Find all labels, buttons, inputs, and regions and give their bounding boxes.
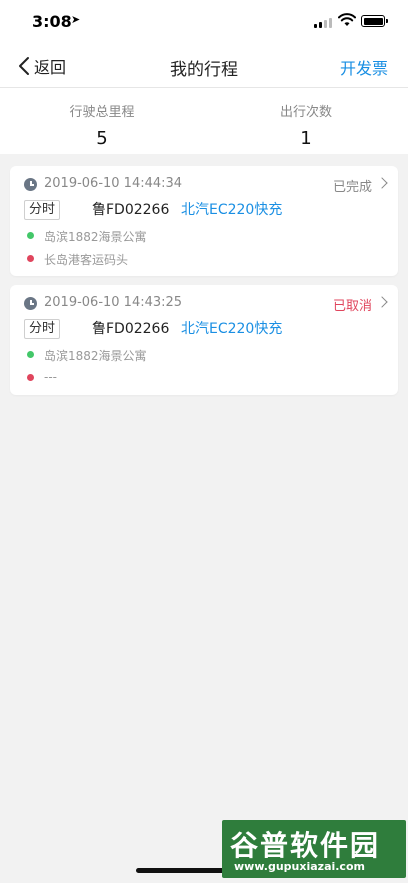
start-location-text: 岛滨1882海景公寓 <box>44 230 147 244</box>
battery-icon <box>361 15 388 27</box>
chevron-right-icon <box>376 177 388 189</box>
license-plate: 鲁FD02266 <box>92 202 170 218</box>
trip-header: 2019-06-10 14:43:25 已取消 <box>24 295 388 314</box>
cellular-signal-icon <box>314 17 334 28</box>
trip-timestamp: 2019-06-10 14:44:34 <box>44 176 183 191</box>
invoice-button[interactable]: 开发票 <box>340 55 388 79</box>
vehicle-info: 分时 鲁FD02266 北汽EC220快充 <box>24 200 386 220</box>
trip-timestamp: 2019-06-10 14:43:25 <box>44 295 183 310</box>
clock-icon <box>24 178 37 191</box>
trip-card[interactable]: 2019-06-10 14:43:25 已取消 分时 鲁FD02266 北汽EC… <box>10 285 398 395</box>
vehicle-model: 北汽EC220快充 <box>181 321 283 337</box>
watermark-url: www.gupuxiazai.com <box>234 860 365 873</box>
trip-summary: 行驶总里程 5 出行次数 1 <box>0 88 408 154</box>
trip-header: 2019-06-10 14:44:34 已完成 <box>24 176 388 195</box>
stat-value: 5 <box>96 128 108 149</box>
location-arrow-icon: ➤ <box>71 13 81 26</box>
watermark-name: 谷普软件园 <box>230 829 381 862</box>
stat-value: 1 <box>300 128 312 149</box>
rental-type-tag: 分时 <box>24 319 61 339</box>
vehicle-model: 北汽EC220快充 <box>181 202 283 218</box>
watermark-logo: 谷普软件园 www.gupuxiazai.com <box>222 820 406 878</box>
start-location-text: 岛滨1882海景公寓 <box>44 349 147 363</box>
wifi-icon <box>338 13 356 26</box>
chevron-right-icon <box>376 296 388 308</box>
navigation-bar: 返回 我的行程 开发票 <box>0 44 408 88</box>
license-plate: 鲁FD02266 <box>92 321 170 337</box>
end-dot-icon <box>27 255 34 262</box>
vehicle-info: 分时 鲁FD02266 北汽EC220快充 <box>24 319 386 339</box>
start-dot-icon <box>27 351 34 358</box>
trip-status: 已取消 <box>332 299 372 314</box>
rental-type-tag: 分时 <box>24 200 61 220</box>
clock-icon <box>24 297 37 310</box>
trip-card[interactable]: 2019-06-10 14:44:34 已完成 分时 鲁FD02266 北汽EC… <box>10 166 398 276</box>
end-location-text: 长岛港客运码头 <box>44 253 129 267</box>
stat-label: 出行次数 <box>279 105 332 120</box>
end-dot-icon <box>27 374 34 381</box>
start-dot-icon <box>27 232 34 239</box>
status-time: 3:08 <box>32 12 72 31</box>
stat-total-mileage: 行驶总里程 5 <box>0 88 204 154</box>
status-bar: 3:08 ➤ <box>0 0 408 44</box>
stat-trip-count: 出行次数 1 <box>204 88 408 154</box>
stat-label: 行驶总里程 <box>69 105 135 120</box>
end-location-text: --- <box>44 370 57 384</box>
trip-status: 已完成 <box>332 180 372 195</box>
